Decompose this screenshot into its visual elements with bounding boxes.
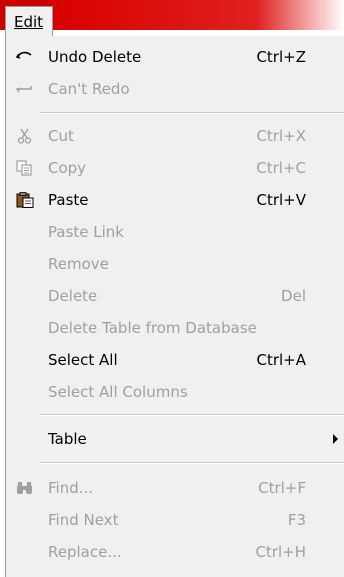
menu-item-delete[interactable]: Delete Del <box>6 280 344 312</box>
undo-icon <box>16 51 32 59</box>
menu-item-shortcut: Ctrl+H <box>255 543 306 561</box>
menu-item-undo[interactable]: Undo Delete Ctrl+Z <box>6 41 344 73</box>
menu-separator <box>40 462 344 464</box>
redo-icon <box>16 86 32 93</box>
menu-item-delete-table[interactable]: Delete Table from Database <box>6 312 344 344</box>
menu-item-replace[interactable]: Replace... Ctrl+H <box>6 536 344 568</box>
menu-item-label: Paste <box>48 191 89 209</box>
menu-item-shortcut: Ctrl+Z <box>256 48 306 66</box>
menu-item-label: Find Next <box>48 511 119 529</box>
menu-item-select-all[interactable]: Select All Ctrl+A <box>6 344 344 376</box>
menu-item-find[interactable]: Find... Ctrl+F <box>6 472 344 504</box>
menu-item-copy[interactable]: Copy Ctrl+C <box>6 152 344 184</box>
menu-edit-label: Edit <box>14 13 44 31</box>
menu-item-label: Remove <box>48 255 109 273</box>
binoculars-icon <box>17 482 32 494</box>
menu-item-label: Select All <box>48 351 118 369</box>
menu-item-label: Delete Table from Database <box>48 319 257 337</box>
menu-item-remove[interactable]: Remove <box>6 248 344 280</box>
menu-item-label: Replace... <box>48 543 122 561</box>
menu-separator <box>40 112 344 114</box>
menu-item-label: Delete <box>48 287 98 305</box>
menu-item-shortcut: Del <box>281 287 306 305</box>
menu-item-label: Paste Link <box>48 223 124 241</box>
edit-dropdown-menu: Undo Delete Ctrl+Z Can't Redo Cut Ctrl+X <box>5 36 344 577</box>
menu-item-paste-link[interactable]: Paste Link <box>6 216 344 248</box>
menu-item-label: Copy <box>48 159 87 177</box>
menu-item-label: Table <box>48 430 87 448</box>
copy-icon <box>16 160 32 176</box>
menu-item-shortcut: Ctrl+F <box>258 479 306 497</box>
menu-item-label: Can't Redo <box>48 80 130 98</box>
menu-item-table[interactable]: Table <box>6 423 344 455</box>
menu-item-redo[interactable]: Can't Redo <box>6 73 344 105</box>
scissors-icon <box>17 128 32 144</box>
menu-item-label: Undo Delete <box>48 48 142 66</box>
menu-item-label: Find... <box>48 479 94 497</box>
menu-item-find-next[interactable]: Find Next F3 <box>6 504 344 536</box>
menu-item-shortcut: Ctrl+V <box>256 191 306 209</box>
menu-bar: Edit <box>0 6 344 38</box>
menu-item-select-all-columns[interactable]: Select All Columns <box>6 376 344 408</box>
menu-item-paste[interactable]: Paste Ctrl+V <box>6 184 344 216</box>
menu-item-shortcut: F3 <box>287 511 306 529</box>
clipboard-icon <box>16 192 34 208</box>
menu-edit[interactable]: Edit <box>5 6 53 36</box>
menu-item-label: Select All Columns <box>48 383 188 401</box>
menu-item-shortcut: Ctrl+X <box>256 127 306 145</box>
menu-item-shortcut: Ctrl+C <box>256 159 306 177</box>
menu-item-label: Cut <box>48 127 74 145</box>
submenu-arrow-icon <box>333 434 338 444</box>
menu-separator <box>40 414 344 416</box>
menu-item-cut[interactable]: Cut Ctrl+X <box>6 120 344 152</box>
menu-item-shortcut: Ctrl+A <box>256 351 306 369</box>
